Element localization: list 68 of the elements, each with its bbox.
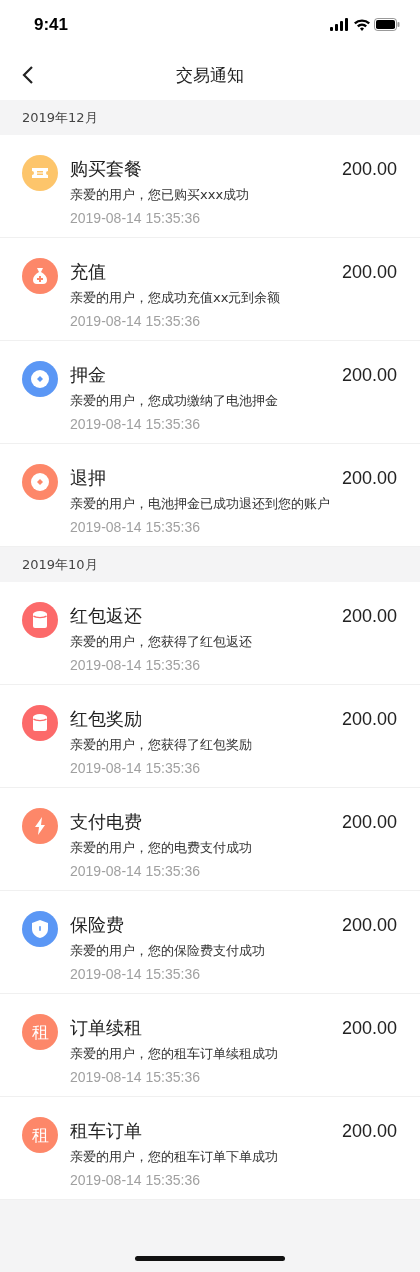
transaction-time: 2019-08-14 15:35:36: [70, 519, 201, 535]
transaction-title: 红包奖励: [70, 707, 142, 731]
month-header: 2019年10月: [22, 555, 98, 574]
transaction-amount: 200.00: [341, 1120, 397, 1142]
transaction-title: 订单续租: [70, 1016, 142, 1040]
transaction-item[interactable]: 租 订单续租 200.00 亲爱的用户，您的租车订单续租成功 2019-08-14 15:35:36: [0, 994, 420, 1097]
transaction-item[interactable]: 支付电费 200.00 亲爱的用户，您的电费支付成功 2019-08-14 15:35:36: [0, 788, 420, 891]
transaction-title: 支付电费: [70, 810, 142, 834]
transaction-time: 2019-08-14 15:35:36: [70, 210, 201, 226]
transaction-description: 亲爱的用户，您的租车订单续租成功: [70, 1045, 279, 1063]
transaction-amount: 200.00: [341, 1017, 397, 1039]
transaction-time: 2019-08-14 15:35:36: [70, 416, 201, 432]
transaction-title: 充值: [70, 260, 106, 284]
transaction-item[interactable]: 红包奖励 200.00 亲爱的用户，您获得了红包奖励 2019-08-14 15:35:36: [0, 685, 420, 788]
shield-icon: [32, 920, 48, 938]
transaction-item[interactable]: 押金 200.00 亲爱的用户，您成功缴纳了电池押金 2019-08-14 15:35:36: [0, 341, 420, 444]
transaction-title: 红包返还: [70, 604, 142, 628]
battery-icon: [374, 18, 400, 31]
transaction-item[interactable]: 租 租车订单 200.00 亲爱的用户，您的租车订单下单成功 2019-08-14 15:35:36: [0, 1097, 420, 1200]
status-time: 9:41: [34, 15, 69, 35]
transaction-amount: 200.00: [341, 708, 397, 730]
transaction-item[interactable]: 购买套餐 200.00 亲爱的用户，您已购买xxx成功 2019-08-14 15:35:36: [0, 135, 420, 238]
transaction-time: 2019-08-14 15:35:36: [70, 313, 201, 329]
transaction-amount: 200.00: [341, 261, 397, 283]
transaction-item[interactable]: 红包返还 200.00 亲爱的用户，您获得了红包返还 2019-08-14 15:35:36: [0, 582, 420, 685]
money-bag-icon: [32, 267, 48, 285]
page-title: 交易通知: [176, 63, 244, 87]
transaction-time: 2019-08-14 15:35:36: [70, 657, 201, 673]
transaction-time: 2019-08-14 15:35:36: [70, 760, 201, 776]
icon-glyph: 租: [31, 1123, 49, 1147]
transaction-amount: 200.00: [341, 364, 397, 386]
transaction-description: 亲爱的用户，您成功缴纳了电池押金: [70, 392, 279, 410]
transaction-item[interactable]: 退押 200.00 亲爱的用户，电池押金已成功退还到您的账户 2019-08-14 15:35:36: [0, 444, 420, 547]
transaction-description: 亲爱的用户，您的电费支付成功: [70, 839, 253, 857]
transaction-description: 亲爱的用户，您已购买xxx成功: [70, 186, 251, 204]
transaction-time: 2019-08-14 15:35:36: [70, 1172, 201, 1188]
transaction-description: 亲爱的用户，您的保险费支付成功: [70, 942, 266, 960]
transaction-description: 亲爱的用户，您成功充值xx元到余额: [70, 289, 282, 307]
transaction-description: 亲爱的用户，您获得了红包奖励: [70, 736, 253, 754]
transaction-time: 2019-08-14 15:35:36: [70, 966, 201, 982]
transaction-title: 保险费: [70, 913, 124, 937]
transaction-item[interactable]: 充值 200.00 亲爱的用户，您成功充值xx元到余额 2019-08-14 15:35:36: [0, 238, 420, 341]
cylinder-icon: [33, 714, 47, 732]
transaction-time: 2019-08-14 15:35:36: [70, 1069, 201, 1085]
transaction-amount: 200.00: [341, 914, 397, 936]
transaction-description: 亲爱的用户，您获得了红包返还: [70, 633, 253, 651]
transaction-item[interactable]: 保险费 200.00 亲爱的用户，您的保险费支付成功 2019-08-14 15:35:36: [0, 891, 420, 994]
signal-icon: [330, 18, 348, 31]
lightning-icon: [34, 817, 46, 835]
transaction-amount: 200.00: [341, 605, 397, 627]
back-icon[interactable]: [22, 65, 34, 85]
transaction-amount: 200.00: [341, 811, 397, 833]
transaction-time: 2019-08-14 15:35:36: [70, 863, 201, 879]
transaction-description: 亲爱的用户，您的租车订单下单成功: [70, 1148, 279, 1166]
transaction-title: 押金: [70, 363, 106, 387]
coin-icon: [31, 473, 49, 491]
cylinder-icon: [33, 611, 47, 629]
transaction-title: 租车订单: [70, 1119, 142, 1143]
icon-glyph: 租: [31, 1020, 49, 1044]
month-header: 2019年12月: [22, 108, 98, 127]
transaction-title: 退押: [70, 466, 106, 490]
transaction-amount: 200.00: [341, 467, 397, 489]
wifi-icon: [354, 19, 370, 31]
coin-icon: [31, 370, 49, 388]
ticket-icon: [31, 167, 49, 179]
transaction-amount: 200.00: [341, 158, 397, 180]
transaction-title: 购买套餐: [70, 157, 142, 181]
transaction-description: 亲爱的用户，电池押金已成功退还到您的账户: [70, 495, 331, 513]
